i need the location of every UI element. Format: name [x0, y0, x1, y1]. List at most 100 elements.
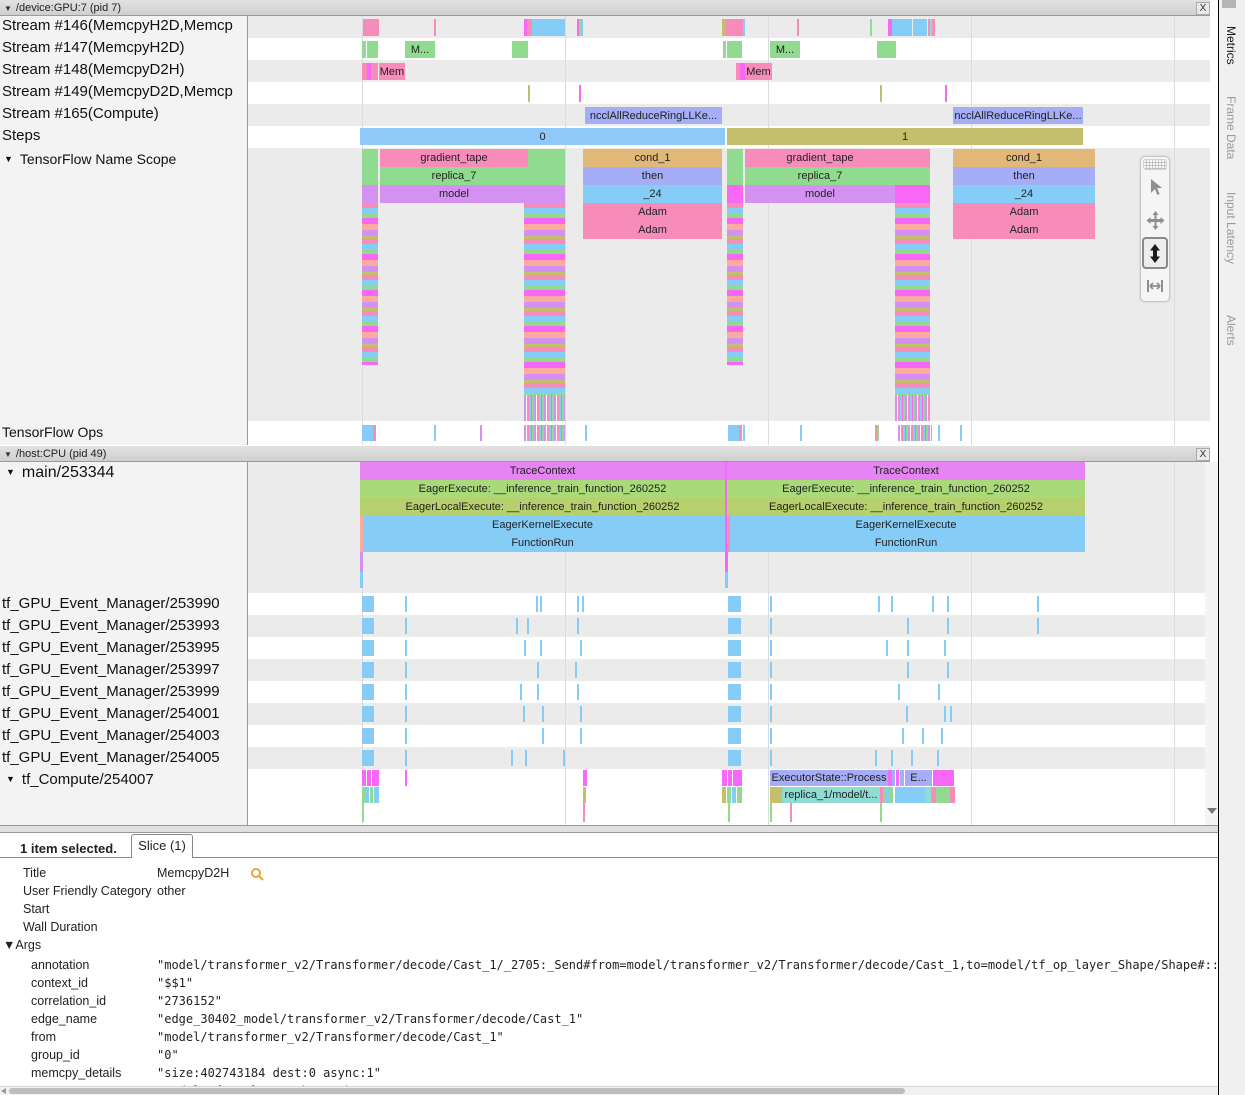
- trace-event[interactable]: [362, 185, 378, 203]
- trace-event[interactable]: [911, 750, 913, 766]
- trace-event[interactable]: [524, 425, 565, 441]
- cpu-section-header[interactable]: ▼/host:CPU (pid 49): [0, 446, 1210, 462]
- trace-event[interactable]: [362, 41, 366, 58]
- trace-event[interactable]: [723, 41, 726, 58]
- trace-event[interactable]: [405, 640, 407, 656]
- trace-event[interactable]: [732, 787, 736, 803]
- trace-event[interactable]: [362, 618, 374, 634]
- trace-event[interactable]: [362, 203, 378, 365]
- trace-event[interactable]: [524, 203, 565, 395]
- trace-event[interactable]: gradient_tape: [745, 149, 895, 167]
- trace-event[interactable]: [580, 640, 582, 656]
- trace-event[interactable]: E...: [905, 770, 932, 786]
- trace-event[interactable]: [895, 787, 925, 803]
- trace-event[interactable]: [907, 662, 909, 678]
- scroll-down-icon[interactable]: [1207, 808, 1217, 814]
- vertical-scrollbar[interactable]: [1205, 462, 1218, 825]
- timing-measure-button[interactable]: [1142, 270, 1168, 302]
- trace-event[interactable]: [891, 750, 893, 766]
- trace-event[interactable]: [889, 787, 893, 803]
- trace-event[interactable]: TraceContext: [727, 462, 1085, 480]
- trace-event[interactable]: [728, 684, 741, 700]
- trace-event[interactable]: [932, 596, 934, 612]
- trace-event[interactable]: [728, 750, 741, 766]
- trace-event[interactable]: [870, 19, 872, 36]
- trace-event[interactable]: [922, 728, 924, 744]
- trace-event[interactable]: [728, 662, 741, 678]
- trace-event[interactable]: [405, 618, 407, 634]
- trace-event[interactable]: [770, 787, 782, 803]
- trace-event[interactable]: [877, 41, 896, 58]
- trace-event[interactable]: [725, 572, 728, 588]
- trace-event[interactable]: [362, 803, 364, 822]
- trace-event[interactable]: ncclAllReduceRingLLKe...: [585, 107, 722, 124]
- trace-event[interactable]: [542, 706, 544, 722]
- trace-event[interactable]: EagerExecute: __inference_train_function…: [360, 480, 725, 498]
- trace-event[interactable]: [360, 516, 363, 552]
- trace-event[interactable]: [728, 640, 741, 656]
- trace-event[interactable]: [524, 395, 565, 421]
- trace-event[interactable]: [362, 706, 374, 722]
- trace-event[interactable]: [877, 425, 879, 441]
- trace-event[interactable]: [525, 750, 527, 766]
- trace-event[interactable]: cond_1: [953, 149, 1095, 167]
- trace-event[interactable]: [906, 706, 908, 722]
- trace-event[interactable]: [902, 728, 904, 744]
- sidebar-tab-alerts[interactable]: Alerts: [1224, 315, 1238, 346]
- trace-event[interactable]: [932, 19, 935, 36]
- trace-event[interactable]: [581, 19, 583, 36]
- collapse-arrow-icon[interactable]: ▼: [6, 467, 15, 477]
- trace-event[interactable]: [728, 596, 741, 612]
- trace-event[interactable]: Mem: [379, 63, 405, 80]
- trace-event[interactable]: [362, 596, 374, 612]
- trace-event[interactable]: [896, 770, 899, 786]
- trace-event[interactable]: [362, 750, 374, 766]
- trace-event[interactable]: then: [953, 167, 1095, 185]
- trace-event[interactable]: [362, 149, 378, 167]
- trace-event[interactable]: [941, 728, 943, 744]
- trace-event[interactable]: [947, 596, 949, 612]
- trace-event[interactable]: [800, 425, 802, 441]
- trace-event[interactable]: M...: [770, 41, 800, 58]
- panel-divider[interactable]: [0, 825, 1245, 833]
- trace-event[interactable]: [728, 618, 741, 634]
- trace-event[interactable]: _24: [583, 185, 722, 203]
- trace-event[interactable]: [371, 63, 378, 80]
- trace-event[interactable]: gradient_tape: [380, 149, 528, 167]
- trace-event[interactable]: [950, 706, 952, 722]
- trace-event[interactable]: [907, 640, 909, 656]
- trace-event[interactable]: EagerLocalExecute: __inference_train_fun…: [360, 498, 725, 516]
- trace-event[interactable]: [367, 770, 371, 786]
- trace-event[interactable]: ncclAllReduceRingLLKe...: [953, 107, 1083, 124]
- trace-event[interactable]: [722, 770, 727, 786]
- trace-event[interactable]: [770, 618, 772, 634]
- trace-event[interactable]: [891, 596, 893, 612]
- trace-event[interactable]: [511, 750, 513, 766]
- trace-event[interactable]: [743, 425, 745, 441]
- trace-event[interactable]: [947, 662, 949, 678]
- trace-event[interactable]: [362, 662, 374, 678]
- pan-tool-button[interactable]: [1142, 204, 1168, 236]
- trace-event[interactable]: [770, 662, 772, 678]
- trace-event[interactable]: [524, 640, 526, 656]
- trace-event[interactable]: 0: [360, 128, 725, 145]
- trace-event[interactable]: Adam: [583, 221, 722, 239]
- trace-event[interactable]: [523, 706, 525, 722]
- trace-event[interactable]: [362, 728, 374, 744]
- trace-event[interactable]: [875, 750, 877, 766]
- trace-event[interactable]: [577, 596, 579, 612]
- args-header[interactable]: ▼Args: [3, 938, 41, 952]
- trace-event[interactable]: [728, 770, 732, 786]
- trace-event[interactable]: [1037, 596, 1039, 612]
- trace-event[interactable]: EagerKernelExecute: [727, 516, 1085, 534]
- trace-event[interactable]: [892, 770, 895, 786]
- trace-event[interactable]: [727, 787, 731, 803]
- track-label-tensorflow-name-scope[interactable]: ▼TensorFlow Name Scope: [4, 151, 249, 167]
- trace-event[interactable]: [938, 425, 940, 441]
- trace-event[interactable]: [770, 596, 772, 612]
- trace-event[interactable]: [527, 618, 529, 634]
- trace-event[interactable]: [895, 167, 930, 185]
- trace-event[interactable]: [790, 803, 792, 822]
- trace-event[interactable]: [580, 706, 582, 722]
- trace-event[interactable]: [770, 640, 772, 656]
